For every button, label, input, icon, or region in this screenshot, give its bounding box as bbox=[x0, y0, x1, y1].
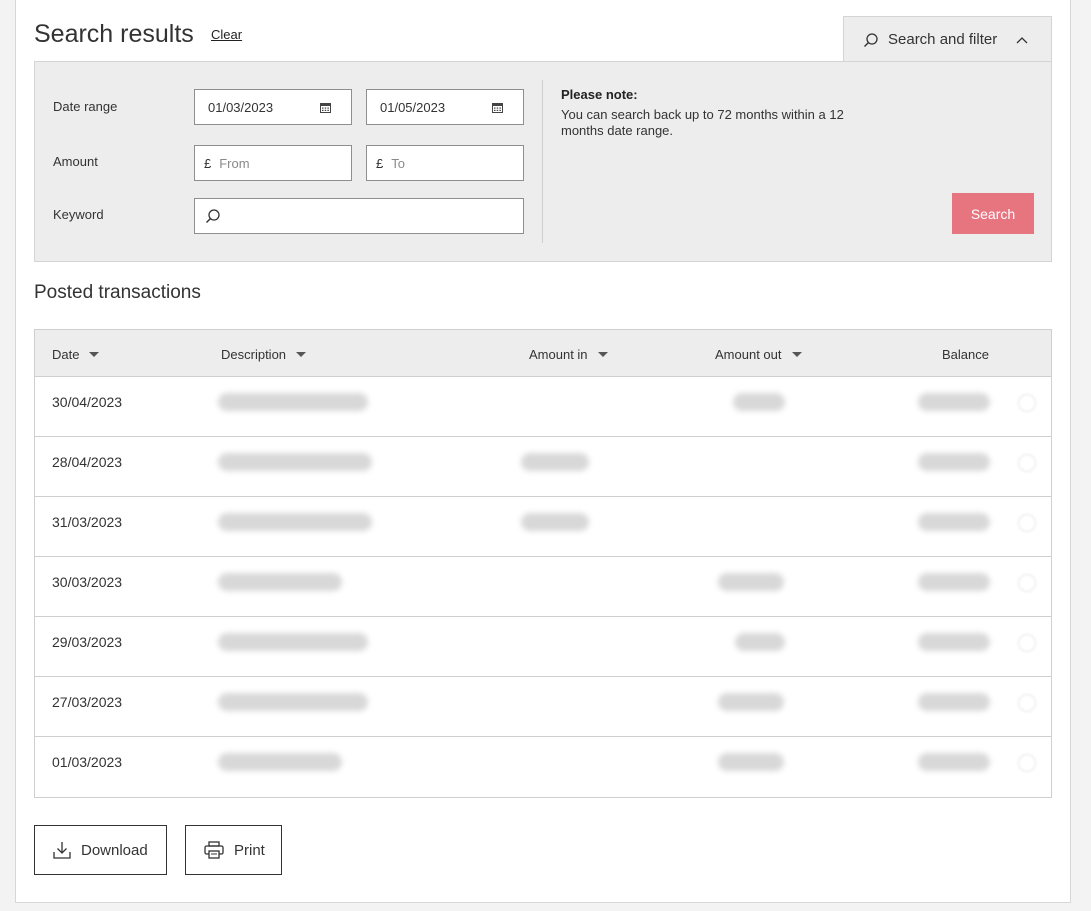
print-button[interactable]: Print bbox=[185, 825, 282, 875]
row-select-radio[interactable] bbox=[1018, 394, 1036, 412]
table-row[interactable]: 27/03/2023 bbox=[35, 677, 1051, 737]
search-icon bbox=[205, 208, 221, 224]
amount-from-field[interactable]: £ From bbox=[194, 145, 352, 181]
search-and-filter-toggle[interactable]: Search and filter bbox=[843, 16, 1052, 62]
calendar-icon bbox=[320, 102, 331, 113]
redacted-amount-out bbox=[733, 393, 785, 411]
redacted-balance bbox=[918, 633, 990, 651]
row-select-radio[interactable] bbox=[1018, 454, 1036, 472]
amount-to-field[interactable]: £ To bbox=[366, 145, 524, 181]
row-select-radio[interactable] bbox=[1018, 694, 1036, 712]
download-icon bbox=[53, 841, 71, 859]
search-button[interactable]: Search bbox=[952, 193, 1034, 234]
search-results-panel: Search results Clear Search and filter D… bbox=[15, 0, 1071, 903]
note-title: Please note: bbox=[561, 87, 638, 102]
redacted-amount-out bbox=[735, 633, 785, 651]
filter-divider bbox=[542, 80, 543, 243]
table-row[interactable]: 29/03/2023 bbox=[35, 617, 1051, 677]
redacted-description bbox=[218, 513, 372, 531]
table-row[interactable]: 31/03/2023 bbox=[35, 497, 1051, 557]
download-label: Download bbox=[81, 841, 148, 859]
search-icon bbox=[863, 32, 879, 48]
date-range-label: Date range bbox=[53, 99, 118, 114]
redacted-description bbox=[218, 453, 372, 471]
column-header-amount-out[interactable]: Amount out bbox=[715, 347, 802, 362]
search-and-filter-label: Search and filter bbox=[888, 31, 998, 48]
redacted-amount-in bbox=[521, 453, 589, 471]
table-row[interactable]: 01/03/2023 bbox=[35, 737, 1051, 797]
column-header-date[interactable]: Date bbox=[52, 347, 100, 362]
redacted-description bbox=[218, 753, 342, 771]
date-to-field[interactable]: 01/05/2023 bbox=[366, 89, 524, 125]
table-row[interactable]: 30/03/2023 bbox=[35, 557, 1051, 617]
row-select-radio[interactable] bbox=[1018, 634, 1036, 652]
table-header: Date Description Amount in Amount out Ba… bbox=[35, 330, 1051, 377]
redacted-description bbox=[218, 633, 368, 651]
sort-arrow-icon bbox=[89, 352, 100, 357]
redacted-amount-in bbox=[521, 513, 589, 531]
currency-symbol: £ bbox=[204, 155, 212, 171]
amount-to-placeholder: To bbox=[391, 155, 405, 171]
row-date: 01/03/2023 bbox=[52, 754, 123, 770]
row-date: 28/04/2023 bbox=[52, 454, 123, 470]
amount-from-placeholder: From bbox=[219, 155, 250, 171]
date-from-field[interactable]: 01/03/2023 bbox=[194, 89, 352, 125]
redacted-description bbox=[218, 393, 368, 411]
redacted-balance bbox=[918, 513, 990, 531]
currency-symbol: £ bbox=[376, 155, 384, 171]
column-header-description[interactable]: Description bbox=[221, 347, 307, 362]
sort-arrow-icon bbox=[597, 352, 608, 357]
column-header-balance: Balance bbox=[942, 347, 989, 362]
download-button[interactable]: Download bbox=[34, 825, 167, 875]
amount-label: Amount bbox=[53, 154, 98, 169]
row-date: 30/03/2023 bbox=[52, 574, 123, 590]
row-date: 31/03/2023 bbox=[52, 514, 123, 530]
page-title: Search results bbox=[34, 20, 194, 48]
redacted-balance bbox=[918, 393, 990, 411]
printer-icon bbox=[204, 841, 224, 859]
filter-panel: Date range 01/03/2023 01/05/2023 Amount … bbox=[34, 61, 1052, 262]
transactions-table: Date Description Amount in Amount out Ba… bbox=[34, 329, 1052, 798]
redacted-balance bbox=[918, 693, 990, 711]
date-to-value: 01/05/2023 bbox=[380, 99, 446, 115]
row-date: 29/03/2023 bbox=[52, 634, 123, 650]
table-row[interactable]: 28/04/2023 bbox=[35, 437, 1051, 497]
calendar-icon bbox=[492, 102, 503, 113]
row-date: 30/04/2023 bbox=[52, 394, 123, 410]
row-select-radio[interactable] bbox=[1018, 514, 1036, 532]
note-text: You can search back up to 72 months with… bbox=[561, 107, 844, 138]
row-select-radio[interactable] bbox=[1018, 754, 1036, 772]
table-row[interactable]: 30/04/2023 bbox=[35, 377, 1051, 437]
redacted-amount-out bbox=[718, 753, 784, 771]
redacted-amount-out bbox=[718, 573, 784, 591]
date-from-value: 01/03/2023 bbox=[208, 99, 274, 115]
posted-transactions-title: Posted transactions bbox=[34, 282, 201, 303]
row-date: 27/03/2023 bbox=[52, 694, 123, 710]
sort-arrow-icon bbox=[791, 352, 802, 357]
redacted-balance bbox=[918, 453, 990, 471]
keyword-input[interactable] bbox=[194, 198, 524, 234]
redacted-amount-out bbox=[718, 693, 784, 711]
redacted-balance bbox=[918, 753, 990, 771]
chevron-up-icon bbox=[1016, 36, 1028, 44]
print-label: Print bbox=[234, 841, 265, 859]
clear-link[interactable]: Clear bbox=[211, 27, 242, 42]
keyword-label: Keyword bbox=[53, 207, 104, 222]
column-header-amount-in[interactable]: Amount in bbox=[529, 347, 608, 362]
sort-arrow-icon bbox=[296, 352, 307, 357]
redacted-balance bbox=[918, 573, 990, 591]
redacted-description bbox=[218, 693, 368, 711]
row-select-radio[interactable] bbox=[1018, 574, 1036, 592]
redacted-description bbox=[218, 573, 342, 591]
